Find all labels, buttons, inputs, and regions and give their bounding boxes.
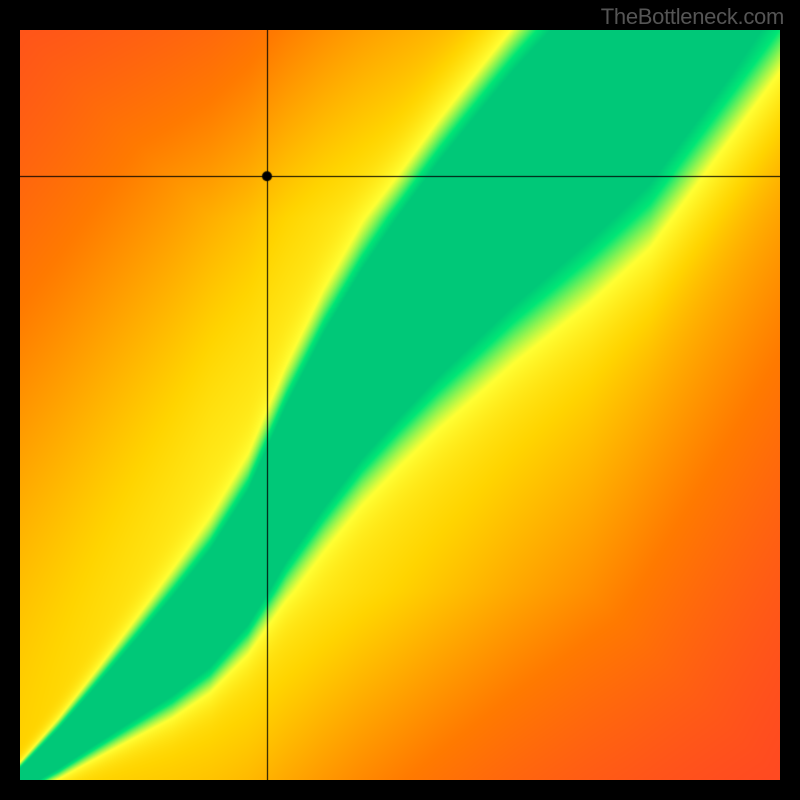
attribution-text: TheBottleneck.com xyxy=(601,4,784,30)
heatmap-plot xyxy=(20,30,780,780)
heatmap-canvas xyxy=(20,30,780,780)
